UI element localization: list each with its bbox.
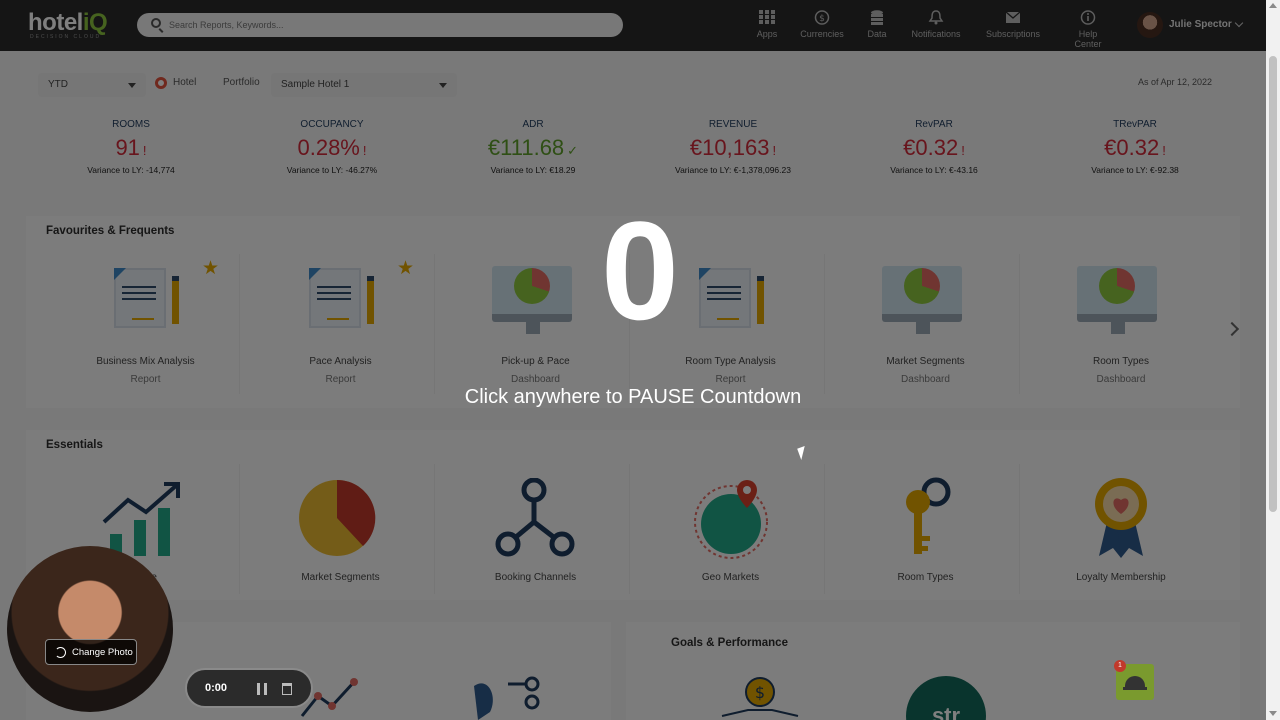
- countdown-overlay[interactable]: [0, 0, 1266, 720]
- scrollbar-thumb[interactable]: [1269, 56, 1277, 512]
- notification-badge: 1: [1114, 660, 1126, 672]
- trash-icon[interactable]: [282, 683, 292, 695]
- change-photo-button[interactable]: Change Photo: [45, 639, 137, 665]
- scroll-up-icon[interactable]: [1269, 3, 1277, 8]
- change-photo-label: Change Photo: [72, 647, 133, 658]
- recording-controls: 0:00: [185, 668, 313, 708]
- recording-timer: 0:00: [205, 682, 228, 694]
- concierge-bell-button[interactable]: 1: [1114, 660, 1154, 700]
- vertical-scrollbar[interactable]: [1266, 0, 1280, 720]
- countdown-number: 0: [601, 192, 679, 349]
- scroll-down-icon[interactable]: [1269, 711, 1277, 716]
- webcam-bubble[interactable]: [7, 546, 173, 712]
- countdown-hint: Click anywhere to PAUSE Countdown: [464, 386, 802, 408]
- concierge-bell-icon: [1125, 676, 1145, 687]
- pause-icon[interactable]: [257, 683, 267, 695]
- refresh-icon: [55, 647, 66, 658]
